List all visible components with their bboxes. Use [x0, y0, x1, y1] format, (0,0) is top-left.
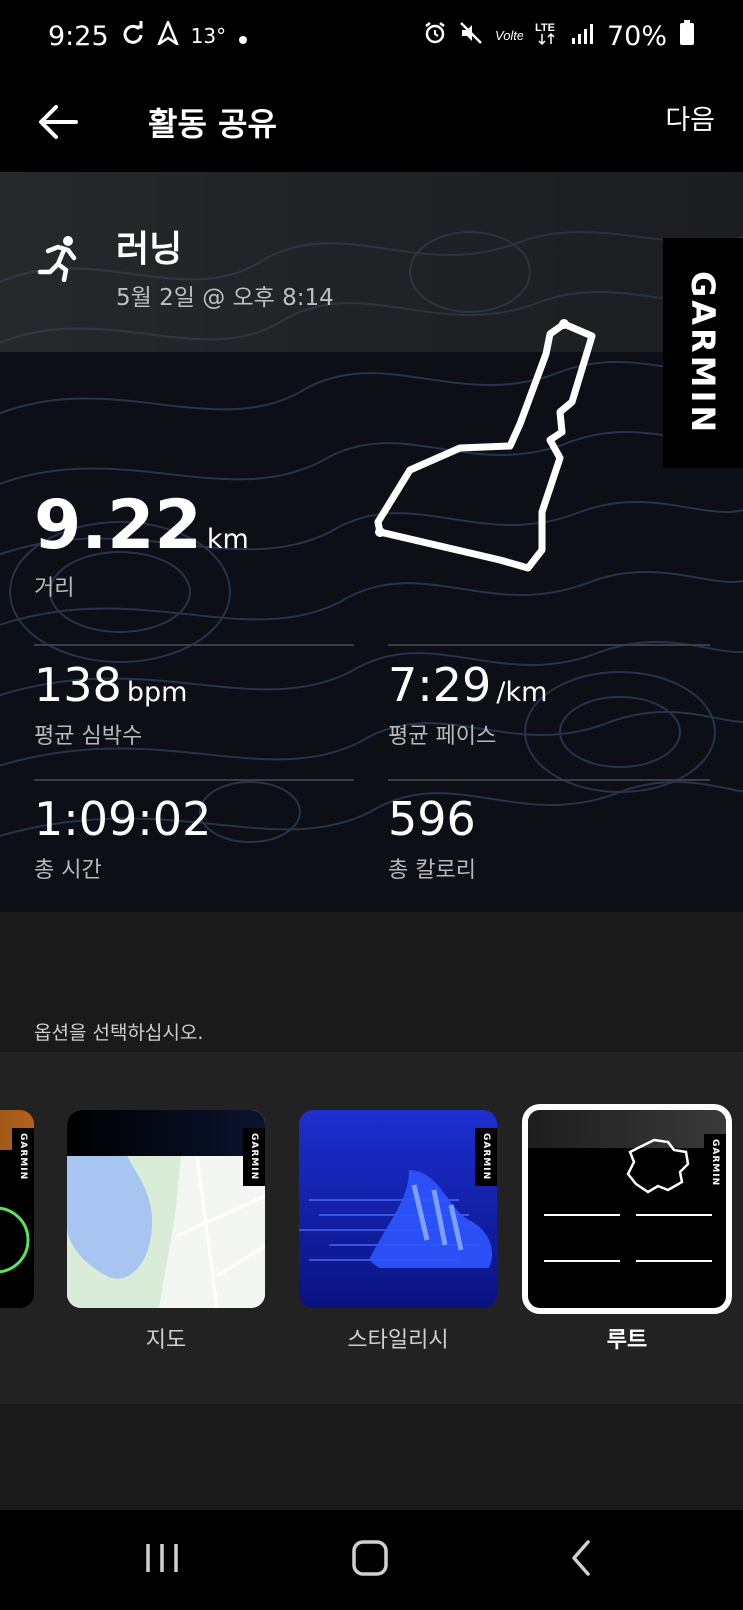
chevron-left-icon	[572, 1540, 590, 1576]
heart-rate-label: 평균 심박수	[34, 724, 143, 749]
back-button[interactable]	[28, 92, 88, 152]
activity-title: 러닝	[116, 229, 183, 270]
alarm-icon	[423, 21, 447, 52]
lte-icon: LTE	[535, 20, 559, 53]
system-back-button[interactable]	[566, 1538, 596, 1582]
pace-unit: /km	[496, 677, 548, 708]
status-bar: 9:25 13° Volte LTE 70%	[0, 0, 743, 72]
shoe-thumbnail	[299, 1170, 493, 1268]
stat-distance: 9.22 km 거리	[34, 492, 249, 602]
stat-pace: 7:29 /km 평균 페이스	[388, 662, 547, 750]
bottom-spacer	[0, 1404, 743, 1510]
stat-calories: 596 총 칼로리	[388, 796, 476, 884]
recent-apps-button[interactable]	[142, 1538, 182, 1582]
route-end	[375, 527, 385, 537]
mute-icon	[459, 21, 483, 52]
options-prompt: 옵션을 선택하십시오.	[34, 1022, 204, 1044]
route-stat-line	[544, 1214, 620, 1216]
stat-divider	[388, 644, 710, 646]
route-start	[559, 319, 569, 329]
option-stylish[interactable]: GARMIN	[299, 1110, 497, 1308]
garmin-logo-text: GARMIN	[684, 270, 722, 436]
distance-label: 거리	[34, 576, 75, 601]
recent-apps-icon	[146, 1544, 178, 1572]
calories-value: 596	[388, 792, 476, 846]
route-stat-line	[636, 1214, 712, 1216]
svg-text:Volte: Volte	[495, 28, 523, 43]
home-icon	[352, 1540, 388, 1576]
garmin-mini-logo: GARMIN	[704, 1134, 726, 1192]
app-bar: 활동 공유 다음	[0, 72, 743, 172]
calories-label: 총 칼로리	[388, 858, 476, 883]
route-map	[374, 319, 596, 572]
distance-value: 9.22	[34, 486, 202, 565]
heart-rate-value: 138	[34, 658, 122, 712]
total-time-label: 총 시간	[34, 858, 102, 883]
notification-dot-icon	[238, 21, 248, 52]
route-outline-thumbnail	[626, 1138, 690, 1194]
heart-rate-unit: bpm	[126, 677, 188, 708]
garmin-mini-logo: GARMIN	[243, 1128, 265, 1186]
option-header-gradient	[67, 1110, 265, 1156]
arrow-left-icon	[39, 105, 78, 139]
stat-divider	[388, 779, 710, 781]
option-map-label[interactable]: 지도	[67, 1322, 265, 1354]
system-nav-bar	[0, 1510, 743, 1610]
activity-date: 5월 2일 @ 오후 8:14	[116, 285, 334, 311]
stat-divider	[34, 779, 354, 781]
option-previous-partial[interactable]: GARMIN	[0, 1110, 34, 1308]
options-carousel[interactable]: GARMIN GARMIN 지도 GARMIN 스타일리시 GARMIN 루트	[0, 1052, 743, 1404]
route-stat-line	[544, 1260, 620, 1262]
signal-icon	[571, 21, 595, 52]
running-icon	[36, 234, 84, 286]
battery-icon	[679, 19, 695, 53]
svg-text:LTE: LTE	[535, 22, 555, 34]
stat-total-time: 1:09:02 총 시간	[34, 796, 211, 884]
navigation-icon	[155, 18, 180, 52]
garmin-mini-logo: GARMIN	[12, 1128, 34, 1186]
option-map[interactable]: GARMIN	[67, 1110, 265, 1308]
next-button[interactable]: 다음	[665, 98, 715, 137]
map-thumbnail	[67, 1156, 265, 1308]
route-path	[374, 320, 596, 572]
option-route-selected[interactable]: GARMIN	[522, 1104, 732, 1314]
stat-divider	[34, 644, 354, 646]
activity-share-card: 러닝 5월 2일 @ 오후 8:14 GARMIN 9.22 km 거리 138…	[0, 172, 743, 912]
stat-heart-rate: 138 bpm 평균 심박수	[34, 662, 188, 750]
page-title: 활동 공유	[148, 105, 277, 143]
total-time-value: 1:09:02	[34, 792, 212, 846]
home-button[interactable]	[350, 1538, 390, 1582]
option-stylish-label[interactable]: 스타일리시	[299, 1322, 497, 1354]
volte-icon: Volte	[495, 21, 524, 52]
sync-icon	[121, 20, 145, 52]
distance-unit: km	[206, 524, 249, 555]
garmin-mini-logo: GARMIN	[475, 1128, 497, 1186]
battery-percent: 70%	[606, 20, 667, 52]
pace-label: 평균 페이스	[388, 724, 497, 749]
route-stat-line	[636, 1260, 712, 1262]
status-temperature: 13°	[190, 24, 227, 48]
status-time: 9:25	[48, 20, 109, 52]
garmin-logo: GARMIN	[663, 238, 743, 468]
progress-ring-icon	[0, 1206, 30, 1274]
option-route-label[interactable]: 루트	[528, 1322, 726, 1354]
pace-value: 7:29	[388, 658, 492, 712]
